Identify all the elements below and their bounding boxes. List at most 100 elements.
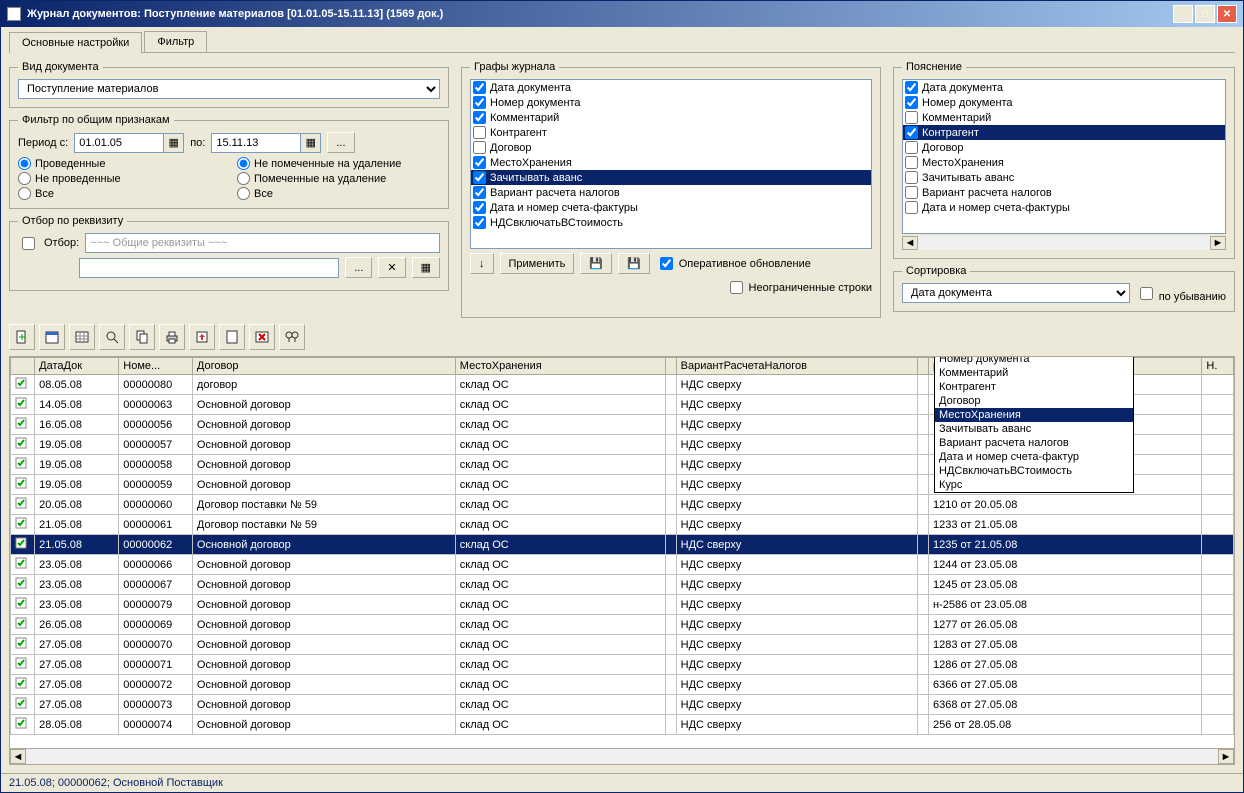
table-row[interactable]: 23.05.0800000066Основной договорсклад ОС… xyxy=(11,555,1234,575)
column-header[interactable]: Договор xyxy=(192,358,455,375)
checklist-item[interactable]: Вариант расчета налогов xyxy=(903,185,1225,200)
delete-button[interactable] xyxy=(249,324,275,350)
column-header[interactable] xyxy=(11,358,35,375)
scroll-left-button[interactable]: ◄ xyxy=(902,236,918,250)
table-row[interactable]: 27.05.0800000073Основной договорсклад ОС… xyxy=(11,695,1234,715)
new-doc-button[interactable] xyxy=(9,324,35,350)
period-ellipsis-button[interactable]: ... xyxy=(327,132,354,153)
sort-option[interactable]: Комментарий xyxy=(935,366,1133,380)
calendar-icon[interactable]: ▦ xyxy=(164,133,184,153)
sort-option[interactable]: Договор xyxy=(935,394,1133,408)
tab-filter[interactable]: Фильтр xyxy=(144,31,207,52)
table-row[interactable]: 21.05.0800000062Основной договорсклад ОС… xyxy=(11,535,1234,555)
scroll-right-button[interactable]: ► xyxy=(1210,236,1226,250)
status-radio[interactable]: Не проведенные xyxy=(18,172,221,185)
column-header[interactable]: МестоХранения xyxy=(455,358,665,375)
requisite-ellipsis-button[interactable]: ... xyxy=(345,257,372,278)
sort-option[interactable]: Зачитывать аванс xyxy=(935,422,1133,436)
apply-arrow-button[interactable]: ↓ xyxy=(470,253,494,274)
column-header[interactable]: Н. xyxy=(1202,358,1234,375)
table-row[interactable]: 23.05.0800000067Основной договорсклад ОС… xyxy=(11,575,1234,595)
table-row[interactable]: 20.05.0800000060Договор поставки № 59скл… xyxy=(11,495,1234,515)
minimize-button[interactable]: _ xyxy=(1173,5,1193,23)
blank-button[interactable] xyxy=(219,324,245,350)
calendar-button[interactable] xyxy=(39,324,65,350)
document-grid[interactable]: ДатаДокНоме...ДоговорМестоХраненияВариан… xyxy=(9,356,1235,765)
table-row[interactable]: 27.05.0800000070Основной договорсклад ОС… xyxy=(11,635,1234,655)
maximize-button[interactable]: □ xyxy=(1195,5,1215,23)
table-row[interactable]: 23.05.0800000079Основной договорсклад ОС… xyxy=(11,595,1234,615)
checklist-item[interactable]: Дата и номер счета-фактуры xyxy=(903,200,1225,215)
checklist-item[interactable]: Номер документа xyxy=(471,95,871,110)
save-button-2[interactable]: 💾 xyxy=(618,253,650,274)
table-row[interactable]: 27.05.0800000072Основной договорсклад ОС… xyxy=(11,675,1234,695)
date-to-input[interactable] xyxy=(211,133,301,153)
checklist-item[interactable]: Номер документа xyxy=(903,95,1225,110)
checklist-item[interactable]: Вариант расчета налогов xyxy=(471,185,871,200)
checklist-item[interactable]: Контрагент xyxy=(903,125,1225,140)
grid-scroll-track[interactable] xyxy=(26,749,1218,764)
unlimited-rows-checkbox[interactable] xyxy=(730,281,743,294)
checklist-item[interactable]: Дата документа xyxy=(471,80,871,95)
table-row[interactable]: 26.05.0800000069Основной договорсклад ОС… xyxy=(11,615,1234,635)
status-radio[interactable]: Проведенные xyxy=(18,157,221,170)
save-settings-button[interactable]: 💾 xyxy=(580,253,612,274)
titlebar[interactable]: Журнал документов: Поступление материало… xyxy=(1,1,1243,27)
checklist-item[interactable]: Дата документа xyxy=(903,80,1225,95)
table-row[interactable]: 28.05.0800000074Основной договорсклад ОС… xyxy=(11,715,1234,735)
status-radio[interactable]: Все xyxy=(18,187,221,200)
grid-scroll-right[interactable]: ► xyxy=(1218,749,1234,764)
scroll-track[interactable] xyxy=(918,236,1210,250)
sort-option[interactable]: Курс xyxy=(935,478,1133,492)
checklist-item[interactable]: Комментарий xyxy=(903,110,1225,125)
tab-main[interactable]: Основные настройки xyxy=(9,32,142,53)
checklist-item[interactable]: Зачитывать аванс xyxy=(471,170,871,185)
grid-scroll-left[interactable]: ◄ xyxy=(10,749,26,764)
table-row[interactable]: 27.05.0800000071Основной договорсклад ОС… xyxy=(11,655,1234,675)
column-header[interactable]: ВариантРасчетаНалогов xyxy=(676,358,918,375)
requisite-lookup-button[interactable]: ▦ xyxy=(412,257,440,278)
close-button[interactable]: ✕ xyxy=(1217,5,1237,23)
find-button[interactable] xyxy=(279,324,305,350)
checklist-item[interactable]: МестоХранения xyxy=(471,155,871,170)
status-radio[interactable]: Не помеченные на удаление xyxy=(237,157,440,170)
sort-select[interactable]: Дата документа xyxy=(902,283,1130,303)
journal-columns-list[interactable]: Дата документаНомер документаКомментарий… xyxy=(470,79,872,249)
checklist-item[interactable]: Договор xyxy=(903,140,1225,155)
search-button[interactable] xyxy=(99,324,125,350)
apply-button[interactable]: Применить xyxy=(500,253,575,274)
column-header[interactable]: ДатаДок xyxy=(35,358,119,375)
requisite-combo[interactable] xyxy=(85,233,440,253)
calendar-icon[interactable]: ▦ xyxy=(301,133,321,153)
doc-type-select[interactable]: Поступление материалов xyxy=(18,79,440,99)
export-button[interactable] xyxy=(189,324,215,350)
column-header[interactable] xyxy=(918,358,929,375)
checklist-item[interactable]: Контрагент xyxy=(471,125,871,140)
operative-update-checkbox[interactable] xyxy=(660,257,673,270)
sort-option[interactable]: Вариант расчета налогов xyxy=(935,436,1133,450)
checklist-item[interactable]: МестоХранения xyxy=(903,155,1225,170)
status-radio[interactable]: Помеченные на удаление xyxy=(237,172,440,185)
explain-list[interactable]: Дата документаНомер документаКомментарий… xyxy=(902,79,1226,234)
sort-desc-checkbox[interactable] xyxy=(1140,287,1153,300)
requisite-value-input[interactable] xyxy=(79,258,339,278)
checklist-item[interactable]: НДСвключатьВСтоимость xyxy=(471,215,871,230)
column-header[interactable]: Номе... xyxy=(119,358,193,375)
sort-option[interactable]: Номер документа xyxy=(935,356,1133,366)
sort-option[interactable]: НДСвключатьВСтоимость xyxy=(935,464,1133,478)
column-header[interactable] xyxy=(666,358,677,375)
checklist-item[interactable]: Комментарий xyxy=(471,110,871,125)
requisite-enable-checkbox[interactable] xyxy=(22,237,35,250)
requisite-clear-button[interactable]: ✕ xyxy=(378,257,405,278)
sort-dropdown-list[interactable]: Дата документаНомер документаКомментарий… xyxy=(934,356,1134,493)
table-row[interactable]: 21.05.0800000061Договор поставки № 59скл… xyxy=(11,515,1234,535)
sort-option[interactable]: Дата и номер счета-фактур xyxy=(935,450,1133,464)
checklist-item[interactable]: Зачитывать аванс xyxy=(903,170,1225,185)
sort-option[interactable]: МестоХранения xyxy=(935,408,1133,422)
date-from-input[interactable] xyxy=(74,133,164,153)
print-button[interactable] xyxy=(159,324,185,350)
sort-option[interactable]: Контрагент xyxy=(935,380,1133,394)
copy-button[interactable] xyxy=(129,324,155,350)
status-radio[interactable]: Все xyxy=(237,187,440,200)
table-button[interactable] xyxy=(69,324,95,350)
